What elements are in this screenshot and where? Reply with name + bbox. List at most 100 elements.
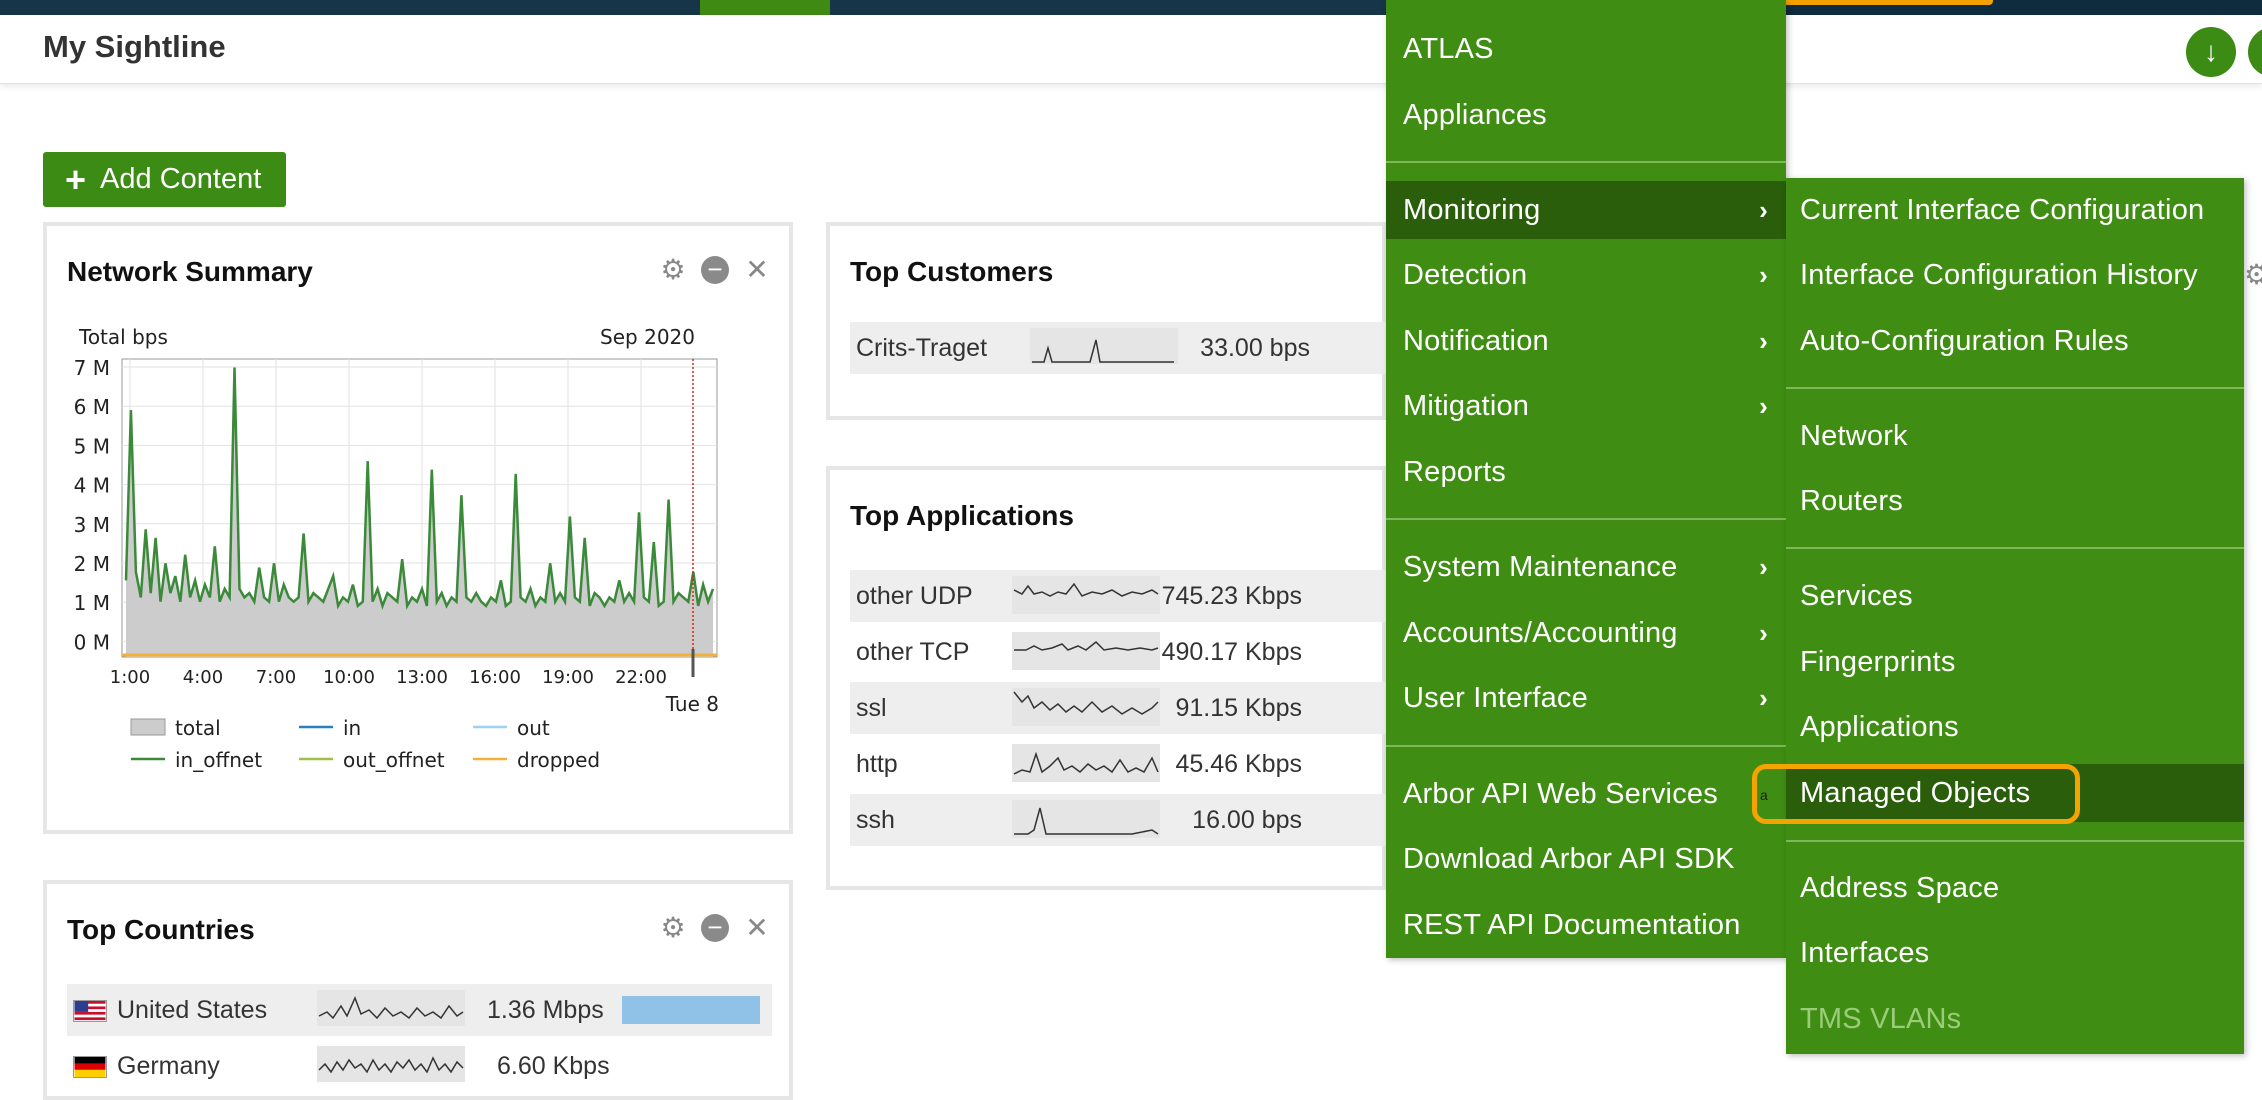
menu-divider [1786, 840, 2244, 842]
download-button[interactable]: ↓ [2186, 27, 2236, 77]
submenu-item-tms-vlans: TMS VLANs [1786, 990, 2244, 1048]
x-tick-label: 19:00 [542, 667, 594, 688]
chevron-right-icon: › [1759, 259, 1768, 290]
application-value: 490.17 Kbps [1161, 637, 1302, 666]
customer-name: Crits-Traget [856, 333, 988, 362]
sparkline [1012, 632, 1160, 670]
customer-value: 33.00 bps [1200, 333, 1310, 362]
submenu-item-services[interactable]: Services [1786, 567, 2244, 625]
country-value: 6.60 Kbps [497, 1051, 610, 1080]
menu-item-user-interface[interactable]: User Interface › [1386, 669, 1786, 727]
x-end-label: Tue 8 [665, 692, 719, 716]
menu-divider [1386, 745, 1786, 747]
legend-label: in [343, 716, 361, 740]
main-dropdown-menu: ATLAS Appliances Monitoring › Detection › Noti… [1386, 0, 1786, 958]
menu-item-download-arbor-api-sdk[interactable]: Download Arbor API SDK [1386, 830, 1786, 888]
widget-title: Top Applications [850, 500, 1074, 531]
gear-icon[interactable]: ⚙ [659, 914, 687, 942]
application-value: 45.46 Kbps [1175, 749, 1303, 778]
application-name: other UDP [856, 581, 973, 610]
menu-item-label: ATLAS [1403, 32, 1494, 65]
submenu-item-label: Address Space [1800, 871, 2000, 904]
header-action-button[interactable] [2248, 27, 2262, 77]
submenu-item-label: TMS VLANs [1800, 1002, 1962, 1035]
table-row[interactable]: other UDP 745.23 Kbps [850, 570, 1410, 622]
y-tick-label: 7 M [74, 356, 110, 380]
application-name: ssh [856, 805, 895, 834]
y-tick-label: 3 M [74, 513, 110, 537]
menu-item-label: REST API Documentation [1403, 908, 1741, 941]
submenu-item-label: Interfaces [1800, 936, 1930, 969]
menu-item-notification[interactable]: Notification › [1386, 312, 1786, 370]
application-value: 91.15 Kbps [1175, 693, 1303, 722]
minimize-icon[interactable]: − [701, 914, 729, 942]
search-field-edge[interactable] [1755, 0, 1993, 5]
gear-icon[interactable]: ⚙ [2244, 258, 2262, 291]
menu-item-atlas[interactable]: ATLAS [1386, 20, 1786, 78]
submenu-item-label: Auto-Configuration Rules [1800, 324, 2129, 357]
table-row[interactable]: Germany 6.60 Kbps [67, 1040, 772, 1092]
monitoring-submenu: Current Interface Configuration Interface… [1786, 178, 2244, 1054]
submenu-item-address-space[interactable]: Address Space [1786, 859, 2244, 917]
menu-item-label: Download Arbor API SDK [1403, 842, 1735, 875]
table-row[interactable]: http 45.46 Kbps [850, 738, 1410, 790]
menu-item-label: Monitoring [1403, 193, 1541, 226]
chevron-right-icon: › [1759, 390, 1768, 421]
table-row[interactable]: ssh 16.00 bps [850, 794, 1410, 846]
y-tick-label: 4 M [74, 474, 110, 498]
menu-item-monitoring[interactable]: Monitoring › [1386, 181, 1786, 239]
country-name-text: Germany [117, 1051, 220, 1080]
sparkline [1012, 800, 1160, 838]
network-summary-widget: Network Summary ⚙ − ✕ 7 M6 M5 M4 M3 M2 M… [43, 222, 793, 834]
add-content-button[interactable]: + Add Content [43, 152, 286, 207]
submenu-item-network[interactable]: Network [1786, 407, 2244, 465]
table-row[interactable]: Crits-Traget 33.00 bps [850, 322, 1410, 374]
focus-hint-letter: a [1760, 787, 1768, 803]
menu-item-label: Notification [1403, 324, 1549, 357]
country-name: United States [73, 996, 267, 1025]
x-tick-label: 22:00 [615, 667, 667, 688]
x-tick-label: 16:00 [469, 667, 521, 688]
menu-item-appliances[interactable]: Appliances [1386, 86, 1786, 144]
submenu-item-interfaces[interactable]: Interfaces [1786, 924, 2244, 982]
table-row[interactable]: ssl 91.15 Kbps [850, 682, 1410, 734]
submenu-item-label: Fingerprints [1800, 645, 1956, 678]
plus-icon: + [65, 158, 87, 200]
table-row[interactable]: other TCP 490.17 Kbps [850, 626, 1410, 678]
sparkline [317, 990, 465, 1026]
x-tick-label: 10:00 [323, 667, 375, 688]
top-nav-active-tab[interactable] [700, 0, 830, 15]
sparkline [1012, 576, 1160, 614]
x-tick-label: 13:00 [396, 667, 448, 688]
close-icon[interactable]: ✕ [743, 914, 771, 942]
table-row[interactable]: United States 1.36 Mbps [67, 984, 772, 1036]
menu-divider [1386, 161, 1786, 163]
menu-divider [1386, 518, 1786, 520]
submenu-item-label: Current Interface Configuration [1800, 193, 2205, 226]
menu-item-reports[interactable]: Reports [1386, 443, 1786, 501]
legend-label: dropped [517, 748, 600, 772]
menu-item-detection[interactable]: Detection › [1386, 246, 1786, 304]
submenu-item-current-interface-configuration[interactable]: Current Interface Configuration [1786, 181, 2244, 239]
sparkline [1012, 744, 1160, 782]
submenu-item-applications[interactable]: Applications [1786, 698, 2244, 756]
menu-item-label: Reports [1403, 455, 1506, 488]
submenu-item-label: Services [1800, 579, 1913, 612]
page-header: My Sightline ↓ [0, 15, 2262, 84]
menu-item-accounts-accounting[interactable]: Accounts/Accounting › [1386, 604, 1786, 662]
de-flag-icon [73, 1055, 107, 1078]
submenu-item-routers[interactable]: Routers [1786, 472, 2244, 530]
submenu-item-fingerprints[interactable]: Fingerprints [1786, 633, 2244, 691]
menu-item-arbor-api-web-services[interactable]: Arbor API Web Services [1386, 765, 1786, 823]
menu-item-rest-api-documentation[interactable]: REST API Documentation [1386, 896, 1786, 954]
application-name: ssl [856, 693, 887, 722]
chevron-right-icon: › [1759, 325, 1768, 356]
submenu-item-auto-configuration-rules[interactable]: Auto-Configuration Rules [1786, 312, 2244, 370]
submenu-item-interface-configuration-history[interactable]: Interface Configuration History [1786, 246, 2244, 304]
menu-item-mitigation[interactable]: Mitigation › [1386, 377, 1786, 435]
sparkline [317, 1046, 465, 1082]
menu-divider [1786, 547, 2244, 549]
menu-item-label: Mitigation [1403, 389, 1530, 422]
menu-item-system-maintenance[interactable]: System Maintenance › [1386, 538, 1786, 596]
top-nav-strip [0, 0, 2262, 15]
